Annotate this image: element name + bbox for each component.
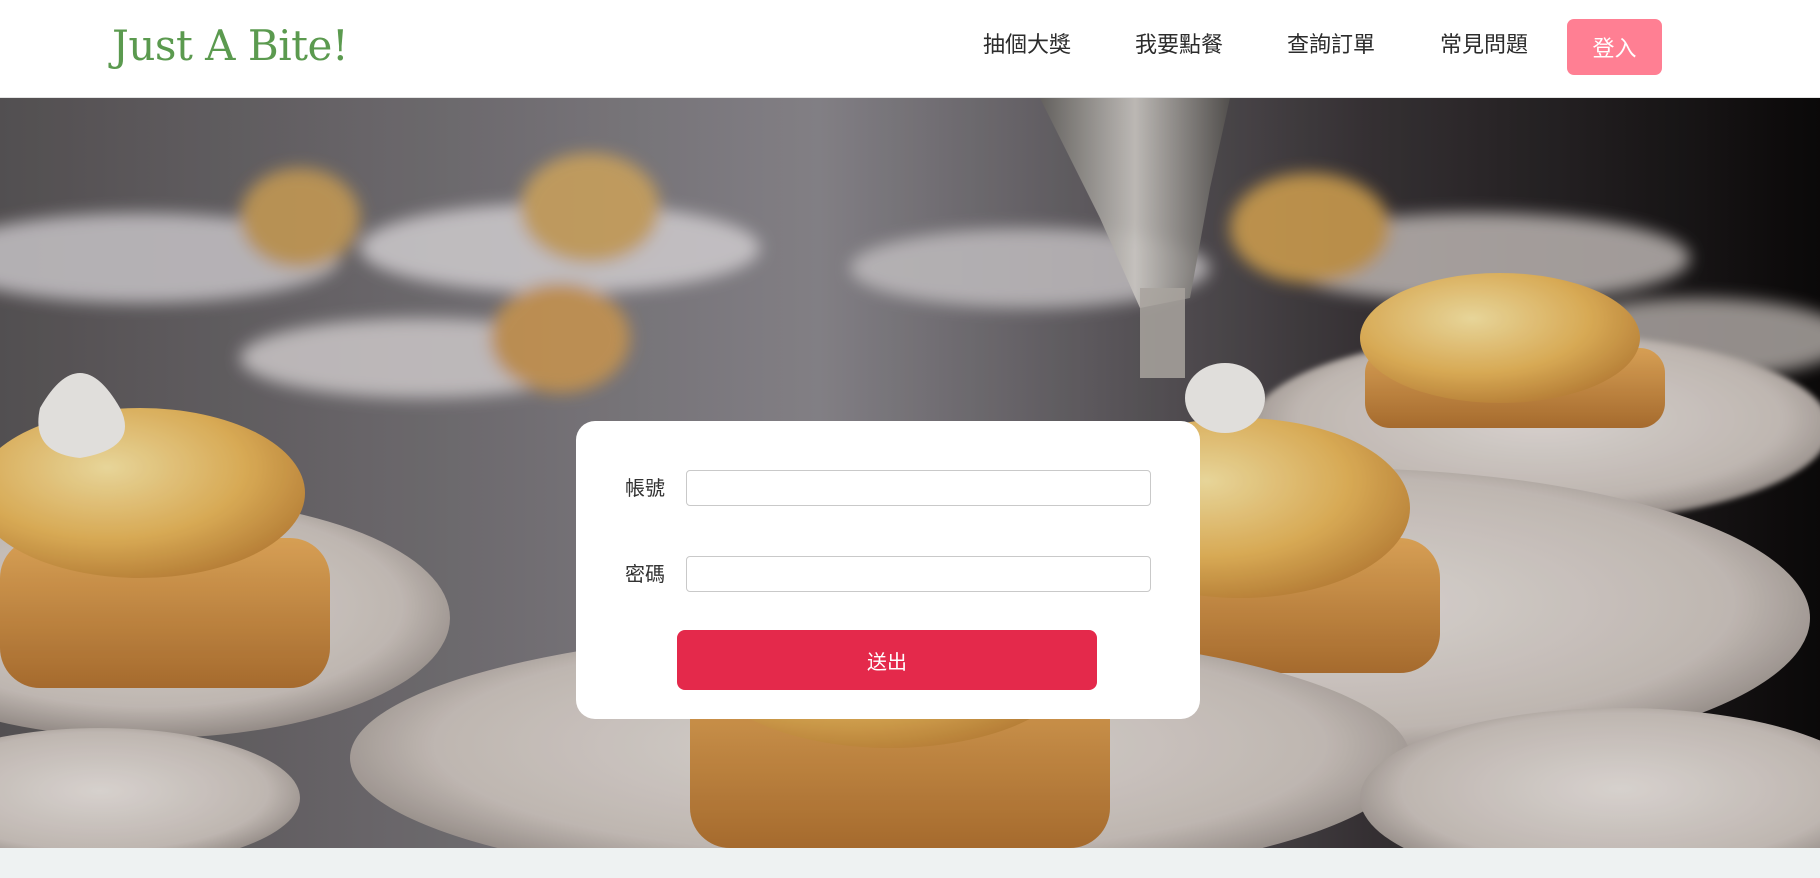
login-button[interactable]: 登入 bbox=[1567, 19, 1662, 75]
account-label: 帳號 bbox=[625, 476, 665, 500]
nav-link-order[interactable]: 我要點餐 bbox=[1135, 28, 1223, 64]
hero-section: 帳號 密碼 送出 bbox=[0, 98, 1820, 848]
login-form-card: 帳號 密碼 送出 bbox=[576, 421, 1200, 719]
nav-link-lottery[interactable]: 抽個大獎 bbox=[983, 28, 1071, 64]
footer-strip bbox=[0, 848, 1820, 878]
top-navbar: Just A Bite! 抽個大獎 我要點餐 查詢訂單 常見問題 登入 bbox=[0, 0, 1820, 98]
brand-logo-link[interactable]: Just A Bite! bbox=[112, 18, 349, 74]
account-input[interactable] bbox=[686, 470, 1151, 506]
nav-link-order-query[interactable]: 查詢訂單 bbox=[1287, 28, 1375, 64]
submit-button[interactable]: 送出 bbox=[677, 630, 1097, 690]
password-label: 密碼 bbox=[625, 562, 665, 586]
nav-link-faq[interactable]: 常見問題 bbox=[1440, 28, 1528, 64]
password-input[interactable] bbox=[686, 556, 1151, 592]
